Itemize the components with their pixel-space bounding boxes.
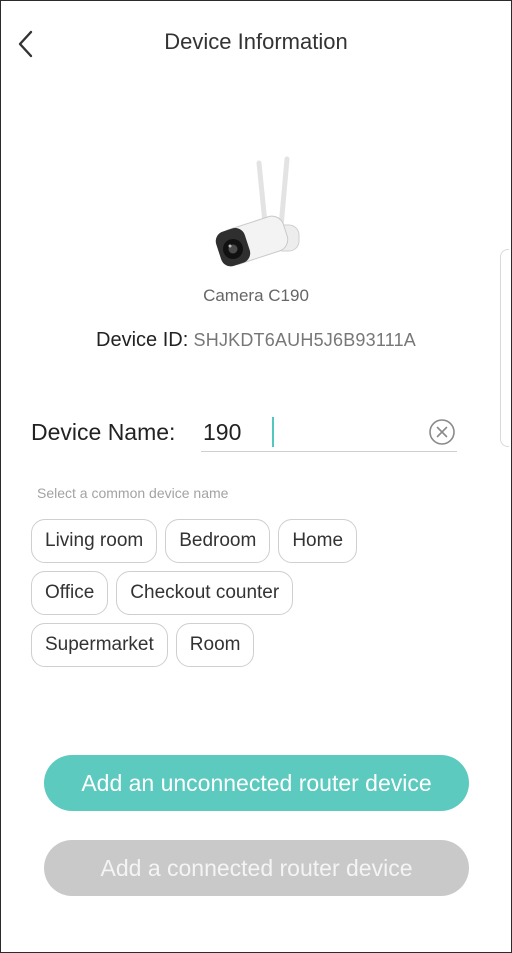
chip-bedroom[interactable]: Bedroom (165, 519, 271, 563)
chip-row: Living room Bedroom Home (31, 519, 491, 563)
text-cursor (272, 417, 274, 447)
device-model: Camera C190 (203, 286, 309, 305)
chip-checkout-counter[interactable]: Checkout counter (116, 571, 294, 615)
chip-living-room[interactable]: Living room (31, 519, 158, 563)
device-name-label: Device Name: (31, 419, 176, 445)
chip-home[interactable]: Home (278, 519, 358, 563)
clear-circle-icon[interactable] (427, 417, 457, 447)
page-title: Device Information (164, 29, 348, 54)
chip-row: Supermarket Room (31, 623, 491, 667)
add-connected-router-button[interactable]: Add a connected router device (44, 840, 469, 896)
device-name-input[interactable] (201, 415, 457, 452)
chip-supermarket[interactable]: Supermarket (31, 623, 168, 667)
device-id-value: SHJKDT6AUH5J6B93111A (193, 330, 416, 350)
app-screen: Device Information Camera C190 Device ID… (0, 0, 512, 953)
chip-row: Office Checkout counter (31, 571, 491, 615)
device-id-label: Device ID: (96, 329, 189, 351)
add-unconnected-router-button[interactable]: Add an unconnected router device (44, 755, 469, 811)
suggestion-hint: Select a common device name (37, 485, 229, 501)
device-id: Device ID: SHJKDT6AUH5J6B93111A (1, 329, 511, 352)
suggestion-chips: Living room Bedroom Home Office Checkout… (31, 519, 491, 675)
chip-office[interactable]: Office (31, 571, 109, 615)
chip-room[interactable]: Room (175, 623, 255, 667)
security-camera-icon (215, 156, 300, 267)
device-name-row: Device Name: (31, 415, 461, 455)
